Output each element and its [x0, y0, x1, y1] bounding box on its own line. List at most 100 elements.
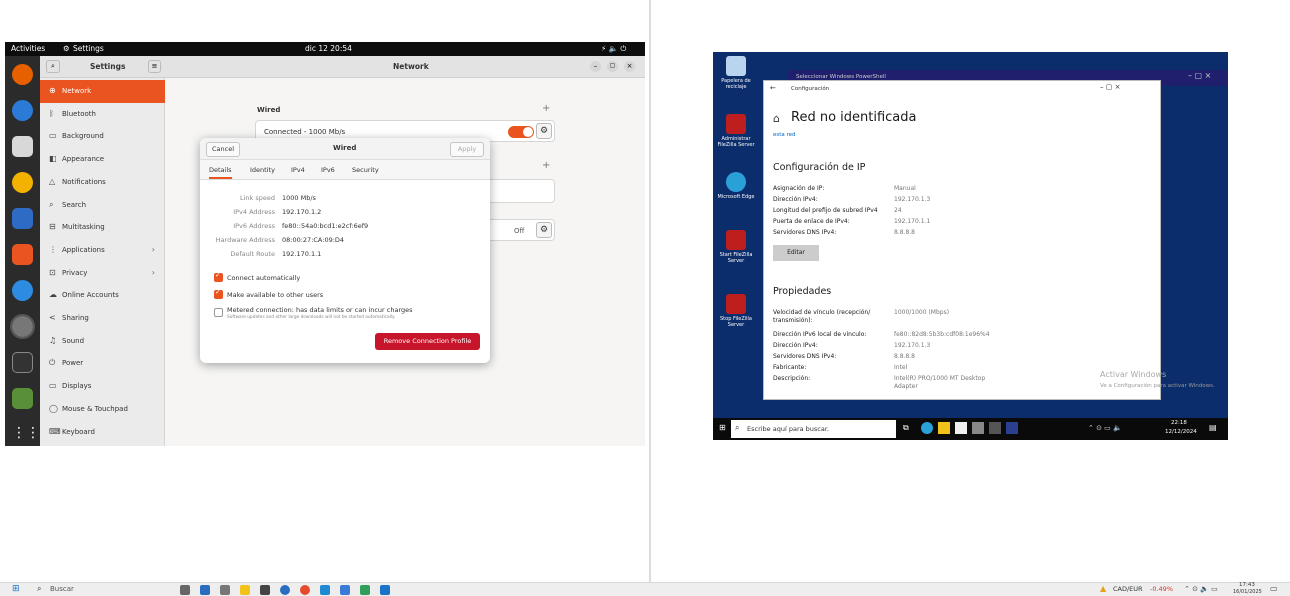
photos-icon[interactable]: [360, 585, 370, 595]
wired-settings-gear-icon[interactable]: ⚙: [536, 123, 552, 139]
sidebar-item-displays[interactable]: ▭ Displays: [40, 375, 165, 398]
add-wired-icon[interactable]: +: [542, 103, 550, 114]
metered-checkbox[interactable]: [214, 308, 223, 317]
desktop-filezilla-stop[interactable]: Stop FileZilla Server: [717, 294, 755, 340]
calculator-icon[interactable]: [260, 585, 270, 595]
host-tray-icons[interactable]: ⌃ ⊙ 🔈 ▭: [1184, 585, 1218, 593]
sidebar-item-multitasking[interactable]: ⊟ Multitasking: [40, 216, 165, 239]
task-view-icon[interactable]: ⧉: [903, 423, 909, 433]
sidebar-item-keyboard[interactable]: ⌨ Keyboard: [40, 421, 165, 444]
window-controls[interactable]: – ▢ ×: [1100, 83, 1120, 91]
notification-icon[interactable]: ▤: [1209, 423, 1217, 432]
background-icon: ▭: [49, 131, 57, 141]
sidebar-item-label: Sharing: [62, 314, 89, 322]
proxy-settings-gear-icon[interactable]: ⚙: [536, 222, 552, 238]
split-divider[interactable]: [649, 0, 651, 582]
system-tray-icons[interactable]: ⌃ ⊙ ▭ 🔈: [1088, 424, 1122, 432]
host-notification-icon[interactable]: ▭: [1270, 584, 1278, 593]
mail-taskbar-icon[interactable]: [972, 422, 984, 434]
firefox-icon[interactable]: [12, 64, 33, 85]
property-value: 8.8.8.8: [894, 229, 915, 236]
powershell-taskbar-icon[interactable]: [1006, 422, 1018, 434]
desktop-filezilla-start[interactable]: Start FileZilla Server: [717, 230, 755, 276]
search-icon: ⌕: [49, 199, 54, 209]
files-icon[interactable]: [12, 136, 33, 157]
sidebar-item-search[interactable]: ⌕ Search: [40, 194, 165, 217]
terminal-icon[interactable]: [12, 352, 33, 373]
notepad-icon[interactable]: [380, 585, 390, 595]
host-time[interactable]: 17:43: [1239, 582, 1255, 588]
property-label: Servidores DNS IPv4:: [773, 229, 837, 236]
sidebar-item-sharing[interactable]: < Sharing: [40, 307, 165, 330]
sidebar-item-mouse-touchpad[interactable]: ◯ Mouse & Touchpad: [40, 398, 165, 421]
host-search-box[interactable]: Buscar: [50, 585, 74, 593]
clock[interactable]: dic 12 20:54: [305, 44, 352, 53]
windows-time[interactable]: 22:18: [1171, 420, 1187, 426]
task-view-icon[interactable]: [180, 585, 190, 595]
host-search-icon: ⌕: [37, 584, 42, 593]
sidebar-item-bluetooth[interactable]: ᛒ Bluetooth: [40, 103, 165, 126]
maximize-icon[interactable]: ▢: [607, 61, 618, 72]
close-icon[interactable]: ×: [624, 61, 635, 72]
available-others-checkbox[interactable]: [214, 288, 223, 299]
sidebar-item-privacy[interactable]: ⊡ Privacy ›: [40, 262, 165, 285]
currency-pair[interactable]: CAD/EUR: [1113, 585, 1143, 593]
explorer-taskbar-icon[interactable]: [938, 422, 950, 434]
add-vpn-icon[interactable]: +: [542, 160, 550, 171]
property-label: Puerta de enlace de IPv4:: [773, 218, 850, 225]
minimize-icon[interactable]: –: [590, 61, 601, 72]
sidebar-item-applications[interactable]: ⋮ Applications ›: [40, 239, 165, 262]
settings-icon[interactable]: [220, 585, 230, 595]
system-tray-icons[interactable]: ⚡ 🔈 ⏻: [601, 44, 626, 54]
host-start-icon[interactable]: ⊞: [12, 584, 20, 594]
steam-icon[interactable]: [280, 585, 290, 595]
settings-taskbar-icon[interactable]: [989, 422, 1001, 434]
trash-icon[interactable]: [12, 388, 33, 409]
sidebar-item-label: Power: [62, 359, 84, 368]
windows-date[interactable]: 12/12/2024: [1165, 429, 1197, 435]
remove-connection-button[interactable]: Remove Connection Profile: [375, 333, 480, 350]
app-menu[interactable]: Settings: [73, 44, 104, 53]
desktop-edge[interactable]: Microsoft Edge: [717, 172, 755, 218]
sidebar-item-notifications[interactable]: △ Notifications: [40, 171, 165, 194]
rhythmbox-icon[interactable]: [12, 172, 33, 193]
window-title: Configuración: [791, 86, 830, 92]
writer-icon[interactable]: [12, 208, 33, 229]
host-date[interactable]: 16/01/2025: [1233, 589, 1262, 595]
connect-auto-checkbox[interactable]: [214, 271, 223, 282]
thunderbird-icon[interactable]: [12, 100, 33, 121]
sidebar-item-background[interactable]: ▭ Background: [40, 125, 165, 148]
ps-window-controls[interactable]: – ▢ ×: [1188, 71, 1211, 80]
power-icon: ⏻: [49, 358, 56, 368]
chrome-icon[interactable]: [300, 585, 310, 595]
show-apps-icon[interactable]: ⋮⋮: [12, 424, 40, 445]
back-arrow-icon[interactable]: ←: [770, 84, 776, 92]
sidebar-item-appearance[interactable]: ◧ Appearance: [40, 148, 165, 171]
windows-search-box[interactable]: ⌕ Escribe aquí para buscar.: [731, 420, 896, 438]
sidebar-item-power[interactable]: ⏻ Power: [40, 352, 165, 375]
settings-dock-icon[interactable]: [10, 314, 35, 339]
network-subtitle-link[interactable]: esta red: [773, 132, 796, 138]
explorer-icon[interactable]: [240, 585, 250, 595]
sidebar-item-network[interactable]: ⊕ Network: [40, 80, 165, 103]
help-icon[interactable]: [12, 280, 33, 301]
currency-change[interactable]: -0.49%: [1150, 585, 1173, 593]
sidebar-item-sound[interactable]: ♫ Sound: [40, 330, 165, 353]
desktop-recycle-bin[interactable]: Papelera de reciclaje: [717, 56, 755, 102]
edit-button[interactable]: Editar: [773, 245, 819, 261]
windows-start-icon[interactable]: ⊞: [719, 423, 726, 432]
desktop-filezilla-admin[interactable]: Administrar FileZilla Server: [717, 114, 755, 160]
app-center-icon[interactable]: [12, 244, 33, 265]
virtualbox-vm-icon[interactable]: [340, 585, 350, 595]
vscode-icon[interactable]: [320, 585, 330, 595]
search-icon[interactable]: ⌕: [46, 60, 60, 73]
edge-taskbar-icon[interactable]: [921, 422, 933, 434]
activate-windows-sub[interactable]: Ve a Configuración para activar Windows.: [1100, 383, 1225, 389]
activities-button[interactable]: Activities: [11, 44, 45, 53]
wired-toggle[interactable]: [508, 126, 534, 138]
store-taskbar-icon[interactable]: [955, 422, 967, 434]
wired-status: Connected - 1000 Mb/s: [264, 128, 346, 136]
sidebar-item-online-accounts[interactable]: ☁ Online Accounts: [40, 284, 165, 307]
menu-icon[interactable]: ≡: [148, 60, 161, 73]
virtualbox-icon[interactable]: [200, 585, 210, 595]
